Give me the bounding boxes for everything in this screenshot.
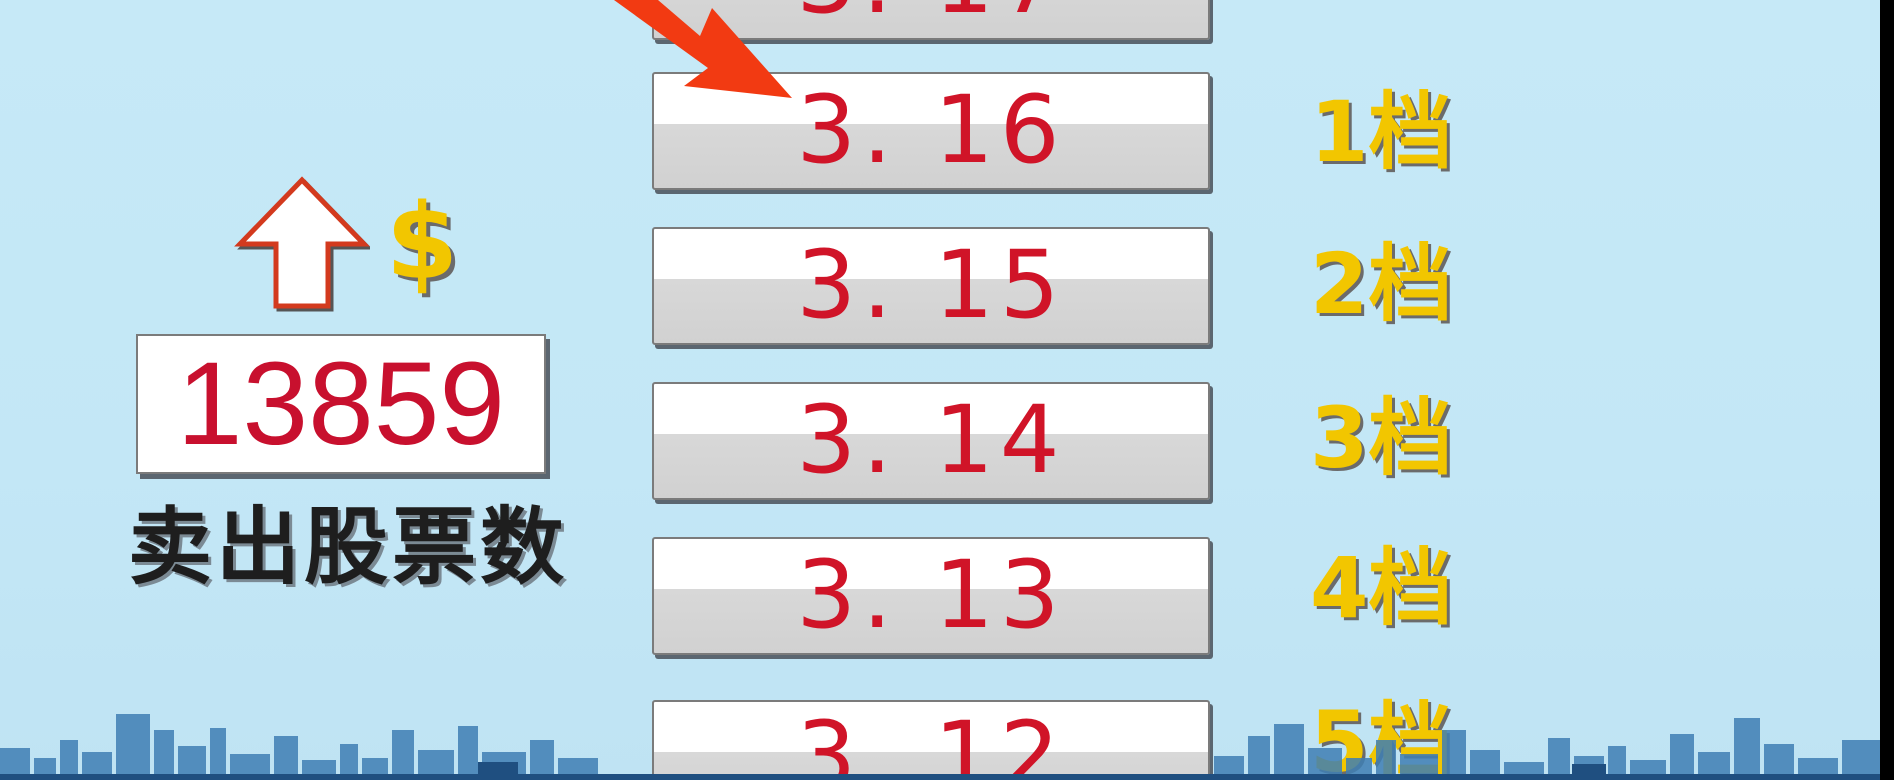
price-text: 3. 14	[796, 386, 1066, 495]
price-box-level-4: 3. 13	[652, 537, 1210, 655]
sell-count-value: 13859	[176, 338, 506, 470]
city-skyline	[0, 714, 1880, 780]
dollar-glyph: $	[386, 181, 458, 303]
price-box-level-3: 3. 14	[652, 382, 1210, 500]
price-text: 3. 13	[796, 541, 1066, 650]
red-pointer-arrow-icon	[614, 0, 792, 98]
stock-order-scene: 3. 17 3. 16 3. 15 3. 14 3. 13 3. 12 1档 2…	[0, 0, 1880, 780]
price-box-level-2: 3. 15	[652, 227, 1210, 345]
level-label-1: 1档	[1310, 83, 1453, 181]
right-edge-bar	[1880, 0, 1894, 780]
sell-count-box: 13859	[136, 334, 546, 474]
sell-count-label: 卖出股票数	[128, 498, 569, 596]
level-label-4: 4档	[1310, 539, 1453, 637]
level-label-3: 3档	[1310, 389, 1453, 487]
price-text: 3. 15	[796, 231, 1066, 340]
dollar-icon: $ $	[386, 181, 462, 307]
up-arrow-icon	[234, 176, 370, 312]
level-label-2: 2档	[1310, 235, 1453, 333]
